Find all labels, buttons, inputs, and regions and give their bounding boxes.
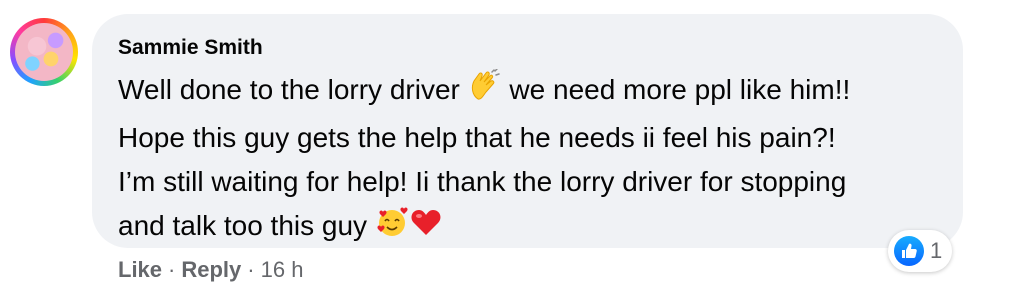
comment-line-1-end: we need more ppl like him!! [501,74,851,105]
comment-line-4: and talk too this guy [118,204,937,252]
comment-actions: Like · Reply · 16 h [118,257,303,283]
comment-text: Well done to the lorry driver we need mo… [118,68,937,252]
separator: · [168,257,176,282]
comment-line-2: Hope this guy gets the help that he need… [118,122,836,153]
like-icon [894,236,924,266]
clapping-hands-icon [468,68,502,116]
comment-line-4-text: and talk too this guy [118,210,375,241]
comment-line-3: I’m still waiting for help! Ii thank the… [118,166,847,197]
timestamp[interactable]: 16 h [261,257,304,283]
like-button[interactable]: Like [118,257,162,283]
red-heart-icon [409,205,443,252]
reaction-count: 1 [930,238,943,263]
smiling-face-with-hearts-icon [375,205,409,252]
separator: · [247,257,255,282]
avatar[interactable] [10,18,78,86]
comment-line-1-start: Well done to the lorry driver [118,74,468,105]
reactions-badge[interactable]: 1 [888,230,953,272]
comment: Sammie Smith Well done to the lorry driv… [0,0,1024,293]
reply-button[interactable]: Reply [181,257,241,283]
comment-line-1: Well done to the lorry driver we need mo… [118,68,937,116]
avatar-image [15,23,73,81]
comment-bubble: Sammie Smith Well done to the lorry driv… [92,14,963,248]
author-name[interactable]: Sammie Smith [118,36,937,60]
